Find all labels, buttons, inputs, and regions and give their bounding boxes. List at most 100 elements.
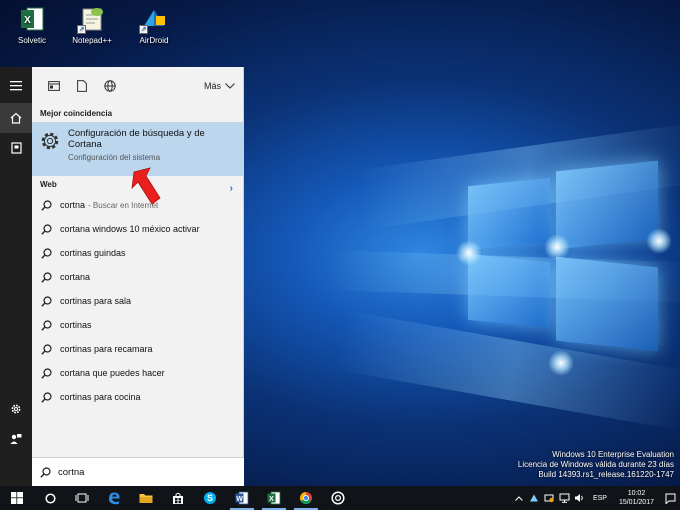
task-view-icon	[75, 493, 89, 503]
red-annotation-arrow	[131, 167, 161, 205]
suggestion-item[interactable]: cortinas	[32, 313, 243, 337]
action-center-button[interactable]	[660, 493, 680, 504]
desktop-icon-solvetic[interactable]: X Solvetic	[0, 6, 64, 45]
windows-evaluation-watermark: Windows 10 Enterprise Evaluation Licenci…	[518, 450, 674, 480]
svg-text:W: W	[236, 496, 243, 503]
hamburger-menu-button[interactable]	[0, 71, 32, 101]
cortana-circle-icon	[44, 492, 56, 504]
windows-logo-pane	[556, 160, 658, 250]
skype-button[interactable]: S	[194, 486, 226, 510]
taskbar-search-box[interactable]: cortna	[32, 457, 244, 486]
show-hidden-icons-button[interactable]	[512, 495, 527, 501]
suggestion-text: cortna	[60, 200, 86, 210]
desktop-icon-airdroid[interactable]: ↗ AirDroid	[122, 6, 186, 45]
desktop-icon-label: Notepad++	[72, 36, 112, 45]
suggestion-item[interactable]: cortana windows 10 méxico activar	[32, 217, 243, 241]
search-input[interactable]: cortna	[58, 467, 84, 478]
edge-icon	[109, 492, 120, 505]
best-match-heading: Mejor coincidencia	[40, 109, 113, 118]
watermark-line: Windows 10 Enterprise Evaluation	[552, 450, 674, 459]
search-icon	[41, 343, 52, 355]
suggestion-list: cortna - Buscar en Internet cortana wind…	[32, 193, 243, 409]
more-filters-dropdown[interactable]: Más	[204, 81, 235, 91]
tray-app-button[interactable]	[527, 493, 542, 503]
folder-icon	[139, 494, 153, 503]
store-button[interactable]	[162, 486, 194, 510]
desktop-icon-label: Solvetic	[17, 36, 46, 45]
search-icon	[41, 295, 52, 307]
feedback-button[interactable]	[0, 424, 32, 454]
clock[interactable]: 10:02 15/01/2017	[619, 489, 654, 507]
web-filter-button[interactable]	[96, 72, 124, 100]
excel-button[interactable]: X	[258, 486, 290, 510]
suggestion-text: cortinas para cocina	[60, 392, 141, 402]
start-button[interactable]	[0, 486, 34, 510]
search-icon	[41, 367, 52, 379]
light-glow	[544, 234, 570, 260]
best-match-title: Configuración de búsqueda y de Cortana	[68, 128, 205, 150]
clock-date: 15/01/2017	[618, 499, 654, 506]
light-glow	[646, 228, 672, 254]
svg-text:X: X	[24, 15, 31, 26]
task-view-button[interactable]	[66, 486, 98, 510]
hamburger-icon	[10, 81, 22, 91]
notification-icon	[665, 493, 675, 504]
suggestion-text: cortana windows 10 méxico activar	[60, 224, 200, 234]
notebook-button[interactable]	[0, 133, 32, 163]
network-button[interactable]	[557, 493, 572, 503]
taskbar: S W X ESP 10:02 15/01/2017	[0, 486, 680, 510]
suggestion-text: cortinas guindas	[60, 248, 126, 258]
suggestion-item[interactable]: cortana que puedes hacer	[32, 361, 243, 385]
start-menu-rail	[0, 67, 32, 486]
search-icon	[41, 271, 52, 283]
airdroid-tray-icon	[530, 494, 539, 502]
edge-button[interactable]	[98, 486, 130, 510]
cortana-button[interactable]	[34, 486, 66, 510]
network-icon	[559, 493, 570, 503]
suggestion-item[interactable]: cortinas para sala	[32, 289, 243, 313]
notebook-icon	[10, 142, 22, 154]
update-tray-icon	[544, 494, 555, 503]
tray-app-button[interactable]	[542, 493, 557, 503]
best-match-subtitle: Configuración del sistema	[68, 153, 161, 162]
chrome-button[interactable]	[290, 486, 322, 510]
light-glow	[548, 350, 574, 376]
gear-icon	[11, 404, 21, 414]
search-icon	[41, 391, 52, 403]
search-filter-toolbar: Más	[32, 67, 243, 105]
windows-logo-icon	[11, 492, 23, 504]
suggestion-item[interactable]: cortana	[32, 265, 243, 289]
apps-filter-button[interactable]	[40, 72, 68, 100]
shortcut-arrow-icon: ↗	[139, 25, 148, 34]
excel-icon: X	[267, 491, 281, 505]
watermark-line: Licencia de Windows válida durante 23 dí…	[517, 460, 674, 469]
desktop-icon-label: AirDroid	[139, 36, 169, 45]
word-icon: W	[235, 491, 249, 505]
suggestion-item[interactable]: cortinas para recamara	[32, 337, 243, 361]
suggestion-item[interactable]: cortinas guindas	[32, 241, 243, 265]
documents-filter-button[interactable]	[68, 72, 96, 100]
suggestion-text: cortinas para recamara	[60, 344, 153, 354]
globe-icon	[104, 80, 116, 92]
word-button[interactable]: W	[226, 486, 258, 510]
windows-logo-pane	[468, 177, 550, 251]
chevron-down-icon	[225, 83, 235, 89]
volume-button[interactable]	[572, 493, 587, 503]
input-language-button[interactable]: ESP	[593, 495, 607, 502]
system-tray: ESP 10:02 15/01/2017	[512, 486, 680, 510]
chevron-up-icon	[515, 495, 524, 501]
settings-gear-icon	[41, 132, 59, 150]
speaker-icon	[574, 494, 583, 502]
suggestion-text: cortana	[60, 272, 91, 282]
suggestion-item[interactable]: cortinas para cocina	[32, 385, 243, 409]
web-label: Web	[40, 180, 57, 189]
file-explorer-button[interactable]	[130, 486, 162, 510]
suggestion-text: cortinas para sala	[60, 296, 132, 306]
media-app-button[interactable]	[322, 486, 354, 510]
settings-button[interactable]	[0, 394, 32, 424]
notepad-plus-plus-icon: ↗	[77, 6, 105, 34]
desktop-icon-notepad[interactable]: ↗ Notepad++	[60, 6, 124, 45]
home-button[interactable]	[0, 103, 32, 133]
search-icon	[40, 466, 51, 478]
chevron-right-icon[interactable]: ›	[230, 180, 233, 197]
